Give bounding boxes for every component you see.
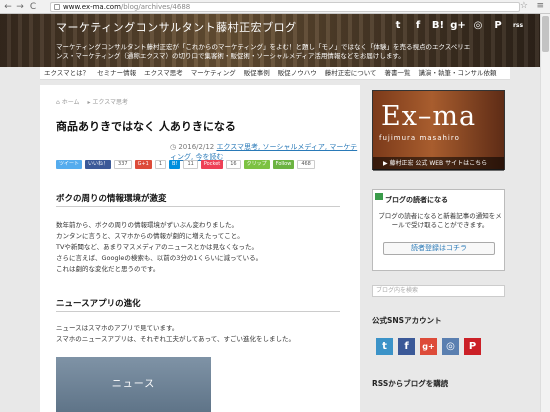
nav-item-about[interactable]: エクスマとは？	[40, 67, 93, 79]
rss-icon[interactable]: rss	[510, 18, 526, 34]
article-main: ⌂ ホーム ▸ エクスマ思考 商品ありきではなく 人ありきになる ◷ 2016/…	[40, 85, 360, 412]
share-buttons: ツイート いいね！ 337 G+1 1 B! 11 Pocket 16 クリップ Follow 468	[56, 160, 315, 169]
share-item[interactable]: 11	[183, 160, 198, 169]
paragraph-2: ニュースはスマホのアプリで見ています。 スマホのニュースアプリは、それぞれ工夫が…	[56, 323, 346, 345]
text-line: これは劇的な変化だと思うのです。	[56, 265, 160, 273]
site-header: マーケティングコンサルタント藤村正宏ブログ マーケティングコンサルタント藤村正宏…	[0, 14, 550, 67]
back-button[interactable]: ←	[3, 2, 13, 12]
breadcrumb: ⌂ ホーム ▸ エクスマ思考	[56, 97, 134, 106]
rss-heading: RSSからブログを購読	[372, 379, 449, 388]
text-line: TVや新聞など、あまりマスメディアのニュースとかは見なくなった。	[56, 243, 259, 251]
browser-toolbar: ← → C www.ex-ma.com/blog/archives/4688 ☆…	[0, 0, 550, 14]
site-tagline: マーケティングコンサルタント藤村正宏が「これからのマーケティング」をよむ！と題し…	[56, 43, 471, 60]
search-input[interactable]: ブログ内を検索	[372, 285, 505, 297]
news-image: ニュース	[56, 357, 211, 412]
twitter-icon[interactable]: t	[376, 338, 393, 355]
paragraph-1: 数年前から、ボクの周りの情報環境がずいぶん変わりました。 カンタンに言うと、スマ…	[56, 220, 346, 275]
googleplus-icon[interactable]: g+	[420, 338, 437, 355]
reader-signup-box: ブログの読者になる ブログの読者になると新着記事の通知をメールで受け取ることがで…	[372, 189, 505, 271]
address-bar[interactable]: www.ex-ma.com/blog/archives/4688	[50, 2, 520, 12]
share-item[interactable]: クリップ	[243, 160, 270, 169]
section-heading-1: ボクの周りの情報環境が激変	[56, 194, 167, 204]
reader-text: ブログの読者になると新着記事の通知をメールで受け取ることができます。	[378, 212, 502, 229]
facebook-icon[interactable]: f	[398, 338, 415, 355]
url-host: www.ex-ma.com	[63, 3, 121, 11]
section-divider	[56, 206, 340, 207]
nav-item-requests[interactable]: 講演・執筆・コンサル依頼	[415, 67, 501, 79]
text-line: ニュースはスマホのアプリで見ています。	[56, 324, 179, 332]
forward-button[interactable]: →	[15, 2, 25, 12]
sidebar: Ex–ma fujimura masahiro ▶ 藤村正宏 公式 WEB サイ…	[368, 85, 510, 412]
instagram-icon[interactable]: ◎	[442, 338, 459, 355]
nav-item-cases[interactable]: 販促事例	[240, 67, 274, 79]
nav-item-seminar[interactable]: セミナー情報	[93, 67, 140, 79]
nav-item-knowhow[interactable]: 販促ノウハウ	[274, 67, 321, 79]
site-title[interactable]: マーケティングコンサルタント藤村正宏ブログ	[56, 19, 297, 35]
nav-item-books[interactable]: 著書一覧	[381, 67, 415, 79]
pinterest-icon[interactable]: P	[490, 18, 506, 34]
reader-heading: ブログの読者になる	[385, 196, 448, 204]
text-line: さらに言えば、Googleの検索も、以前の3分の1くらいに減っている。	[56, 254, 263, 262]
reload-button[interactable]: C	[28, 2, 38, 12]
share-item[interactable]: 468	[297, 160, 315, 169]
article-meta: ◷ 2016/2/12 エクスマ思考, ソーシャルメディア, マーケティング, …	[170, 142, 360, 162]
text-line: カンタンに言うと、スマホからの情報が劇的に増えたってこと。	[56, 232, 244, 240]
banner-subtitle: fujimura masahiro	[379, 134, 460, 142]
url-path: /blog/archives/4688	[120, 3, 191, 11]
text-line: 数年前から、ボクの周りの情報環境がずいぶん変わりました。	[56, 221, 238, 229]
article-title: 商品ありきではなく 人ありきになる	[56, 120, 236, 133]
banner-title: Ex–ma	[381, 101, 477, 132]
hatena-icon[interactable]: B!	[430, 18, 446, 34]
header-social-icons: t f B! g+ ◎ P rss	[390, 18, 526, 34]
page-icon	[54, 4, 60, 10]
nav-item-profile[interactable]: 藤村正宏について	[321, 67, 381, 79]
scrollbar-thumb[interactable]	[542, 16, 549, 52]
share-item[interactable]: ツイート	[56, 160, 83, 169]
nav-item-marketing[interactable]: マーケティング	[187, 67, 240, 79]
banner-link[interactable]: ▶ 藤村正宏 公式 WEB サイトはこちら	[373, 157, 504, 171]
exma-banner[interactable]: Ex–ma fujimura masahiro ▶ 藤村正宏 公式 WEB サイ…	[372, 90, 505, 171]
page-scrollbar[interactable]	[540, 14, 550, 412]
text-line: スマホのニュースアプリは、それぞれ工夫がしてあって、すごい進化をしました。	[56, 335, 295, 343]
section-divider	[56, 311, 340, 312]
share-item[interactable]: いいね！	[85, 160, 112, 169]
sns-icons: t f g+ ◎ P	[376, 338, 481, 355]
bookmark-star-icon[interactable]: ☆	[520, 1, 528, 11]
share-item[interactable]: Pocket	[200, 160, 224, 169]
facebook-icon[interactable]: f	[410, 18, 426, 34]
breadcrumb-category[interactable]: ▸ エクスマ思考	[87, 99, 128, 106]
browser-menu-icon[interactable]: ≡	[536, 1, 544, 11]
share-item[interactable]: 1	[154, 160, 167, 169]
share-item[interactable]: 337	[114, 160, 132, 169]
sns-heading: 公式SNSアカウント	[372, 316, 442, 325]
breadcrumb-home[interactable]: ⌂ ホーム	[56, 99, 80, 106]
share-item[interactable]: G+1	[134, 160, 152, 169]
googleplus-icon[interactable]: g+	[450, 18, 466, 34]
subscribe-button[interactable]: 読者登録はコチラ	[383, 242, 495, 255]
section-heading-2: ニュースアプリの進化	[56, 299, 141, 309]
pinterest-icon[interactable]: P	[464, 338, 481, 355]
share-item[interactable]: B!	[169, 160, 181, 169]
mail-icon	[375, 193, 383, 200]
nav-item-thinking[interactable]: エクスマ思考	[140, 67, 187, 79]
article-date: ◷ 2016/2/12	[170, 143, 215, 151]
main-nav: エクスマとは？ セミナー情報 エクスマ思考 マーケティング 販促事例 販促ノウハ…	[40, 67, 510, 80]
share-item[interactable]: 16	[226, 160, 241, 169]
twitter-icon[interactable]: t	[390, 18, 406, 34]
instagram-icon[interactable]: ◎	[470, 18, 486, 34]
share-item[interactable]: Follow	[272, 160, 295, 169]
